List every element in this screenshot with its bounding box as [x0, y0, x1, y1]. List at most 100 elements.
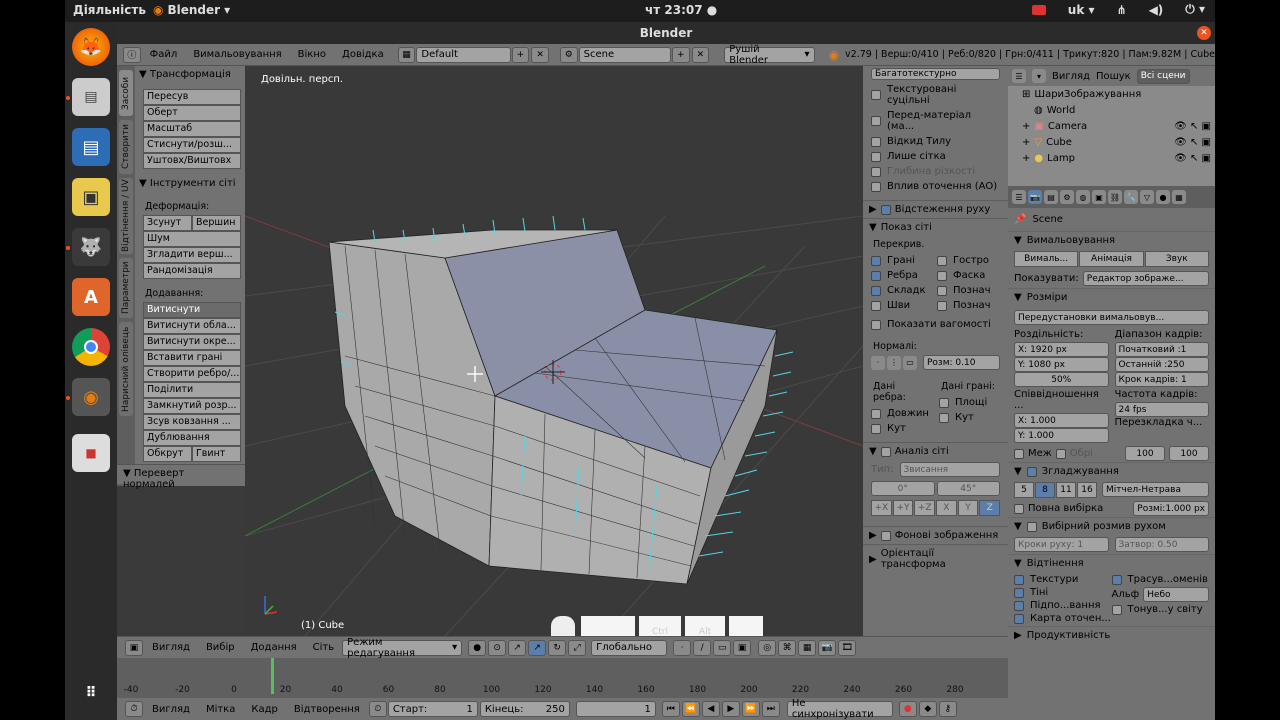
check-edges[interactable]: Ребра	[863, 268, 929, 283]
panel-background-images[interactable]: ▶ Фонові зображення	[863, 526, 1008, 544]
tab-grease-pencil[interactable]: Нарисний олівець	[119, 322, 133, 416]
check-face-area[interactable]: Площі	[931, 395, 1005, 410]
analysis-type-select[interactable]: Звисання	[899, 462, 1000, 477]
axis-y[interactable]: Y	[957, 500, 979, 516]
mode-select[interactable]: Режим редагування ▾	[342, 637, 463, 659]
edge-select-icon[interactable]: /	[693, 639, 712, 656]
check-env-map[interactable]: Карта оточен...	[1014, 612, 1112, 625]
check-edge-length[interactable]: Довжин	[863, 406, 931, 421]
filter-size-field[interactable]: Розмі:1.000 px	[1133, 501, 1209, 516]
display-mode-select[interactable]: Редактор зображе...	[1082, 271, 1209, 286]
frame-rate-select[interactable]: 24 fps	[1114, 402, 1209, 417]
check-subsurface[interactable]: Підпо...вання	[1014, 599, 1112, 612]
snap-target-icon[interactable]: ▦	[798, 639, 817, 656]
outliner-collapse-icon[interactable]: ▾	[1032, 69, 1046, 83]
preview-range-icon[interactable]: ⏲	[368, 701, 387, 717]
inset-faces-button[interactable]: Вставити грані	[143, 350, 241, 366]
slide-vertex-button[interactable]: Вершин	[192, 215, 241, 231]
randomize-button[interactable]: Рандомізація	[143, 263, 241, 279]
clock[interactable]: чт 23:07 ●	[645, 3, 717, 17]
scene-icon[interactable]: ⚙	[559, 46, 578, 63]
layers-tab-icon[interactable]: ▤	[1044, 190, 1058, 204]
remap-old-field[interactable]: 100	[1125, 446, 1165, 461]
panel-anti-aliasing[interactable]: ▼ Згладжування	[1008, 462, 1215, 480]
panel-motion-tracking[interactable]: ▶ Відстеження руху	[863, 200, 1008, 218]
check-faces[interactable]: Грані	[863, 253, 929, 268]
aspect-x-field[interactable]: X: 1.000	[1014, 413, 1109, 428]
loop-cut-button[interactable]: Замкнутий розр...	[143, 398, 241, 414]
aa-samples-11[interactable]: 11	[1056, 482, 1076, 498]
volume-icon[interactable]: ◀)	[1149, 3, 1164, 17]
timeline-menu-frame[interactable]: Кадр	[243, 704, 286, 715]
face-normals-icon[interactable]: ▭	[903, 355, 917, 370]
menu-select[interactable]: Вибір	[198, 642, 243, 653]
subdivide-button[interactable]: Поділити	[143, 382, 241, 398]
outliner-camera[interactable]: + ▣ Camera 👁 ↖ ▣	[1008, 118, 1215, 134]
rotate-manipulator-icon[interactable]: ↻	[548, 639, 567, 656]
menu-help[interactable]: Довідка	[334, 49, 392, 60]
show-applications-icon[interactable]: ⠿	[72, 674, 110, 712]
timeline-menu-view[interactable]: Вигляд	[144, 704, 198, 715]
menu-file[interactable]: Файл	[142, 49, 186, 60]
panel-mesh-analysis[interactable]: ▼ Аналіз сіті	[863, 442, 1008, 460]
aa-samples-5[interactable]: 5	[1014, 482, 1034, 498]
writer-icon[interactable]: ▤	[72, 128, 110, 166]
screen-record-icon[interactable]	[1031, 4, 1046, 15]
snap-icon[interactable]: ⌘	[778, 639, 797, 656]
language-indicator[interactable]: uk ▾	[1068, 3, 1095, 17]
pin-icon[interactable]: 📌	[1014, 214, 1026, 225]
3d-viewport[interactable]: Довільн. персп. Ctrl Alt (1) Cube	[245, 66, 863, 636]
files-icon[interactable]: ▤	[72, 78, 110, 116]
axis-pos-z[interactable]: +Z	[914, 500, 936, 516]
extrude-button[interactable]: Витиснути	[143, 302, 241, 318]
check-only-mesh[interactable]: Лише сітка	[863, 149, 1008, 164]
border-checkbox[interactable]: Меж	[1028, 448, 1052, 459]
activities-button[interactable]: Діяльність	[73, 3, 146, 17]
axis-pos-y[interactable]: +Y	[892, 500, 914, 516]
material-tab-icon[interactable]: ●	[1156, 190, 1170, 204]
data-tab-icon[interactable]: ▽	[1140, 190, 1154, 204]
tab-shading-uv[interactable]: Відтінення / UV	[119, 178, 133, 254]
motion-steps-field[interactable]: Кроки руху: 1	[1014, 537, 1109, 552]
jump-end-icon[interactable]: ⏭	[761, 701, 780, 717]
transform-orientation-select[interactable]: Глобально	[591, 639, 668, 656]
opengl-render-icon[interactable]: 📷	[818, 639, 837, 656]
render-image-button[interactable]: Вималь...	[1014, 251, 1079, 267]
play-icon[interactable]: ▶	[721, 701, 740, 717]
frame-end-field[interactable]: Останній :250	[1114, 357, 1209, 372]
alpha-mode-select[interactable]: Небо	[1143, 587, 1209, 602]
firefox-icon[interactable]: 🦊	[72, 28, 110, 66]
menu-mesh[interactable]: Сіть	[305, 642, 342, 653]
panel-mesh-display[interactable]: ▼ Показ сіті	[863, 218, 1008, 236]
full-sample-checkbox[interactable]: Повна вибірка	[1028, 503, 1103, 514]
editor-type-3d-icon[interactable]: ▣	[125, 639, 143, 656]
resolution-x-field[interactable]: X: 1920 px	[1014, 342, 1109, 357]
check-shadows[interactable]: Тіні	[1014, 586, 1112, 599]
shading-mode-select[interactable]: Багатотекстурно	[871, 68, 1000, 80]
start-frame-field[interactable]: Старт: 1	[387, 701, 478, 717]
check-world-space-shading[interactable]: Тонув...у світу	[1111, 603, 1210, 616]
constraints-tab-icon[interactable]: ⛓	[1108, 190, 1122, 204]
proportional-edit-icon[interactable]: ◎	[758, 639, 777, 656]
render-animation-button[interactable]: Анімація	[1079, 251, 1144, 267]
extrude-region-button[interactable]: Витиснути обла...	[143, 318, 241, 334]
outliner-lamp[interactable]: + ● Lamp 👁 ↖ ▣	[1008, 150, 1215, 166]
axis-z[interactable]: Z	[979, 500, 1001, 516]
remove-layout-button[interactable]: ✕	[531, 46, 549, 63]
jump-start-icon[interactable]: ⏮	[661, 701, 680, 717]
normals-size-field[interactable]: Розм: 0.10	[923, 355, 1000, 370]
end-frame-field[interactable]: Кінець: 250	[479, 701, 570, 717]
check-mark-1[interactable]: Познач	[929, 283, 999, 298]
timeline-menu-playback[interactable]: Відтворення	[286, 704, 368, 715]
check-depth-of-field[interactable]: Глибина різкості	[863, 164, 1008, 179]
smooth-vertex-button[interactable]: Згладити верш...	[143, 247, 241, 263]
sync-mode-select[interactable]: Не синхронізувати	[786, 698, 893, 720]
aspect-y-field[interactable]: Y: 1.000	[1014, 428, 1109, 443]
modifiers-tab-icon[interactable]: 🔧	[1124, 190, 1138, 204]
push-pull-button[interactable]: Уштовх/Виштовх	[143, 153, 241, 169]
editor-type-timeline-icon[interactable]: ⏱	[125, 701, 143, 717]
check-creases[interactable]: Складк	[863, 283, 929, 298]
vertex-normals-icon[interactable]: ·	[871, 355, 885, 370]
check-edge-angle[interactable]: Кут	[863, 421, 931, 436]
software-center-icon[interactable]: A	[72, 278, 110, 316]
